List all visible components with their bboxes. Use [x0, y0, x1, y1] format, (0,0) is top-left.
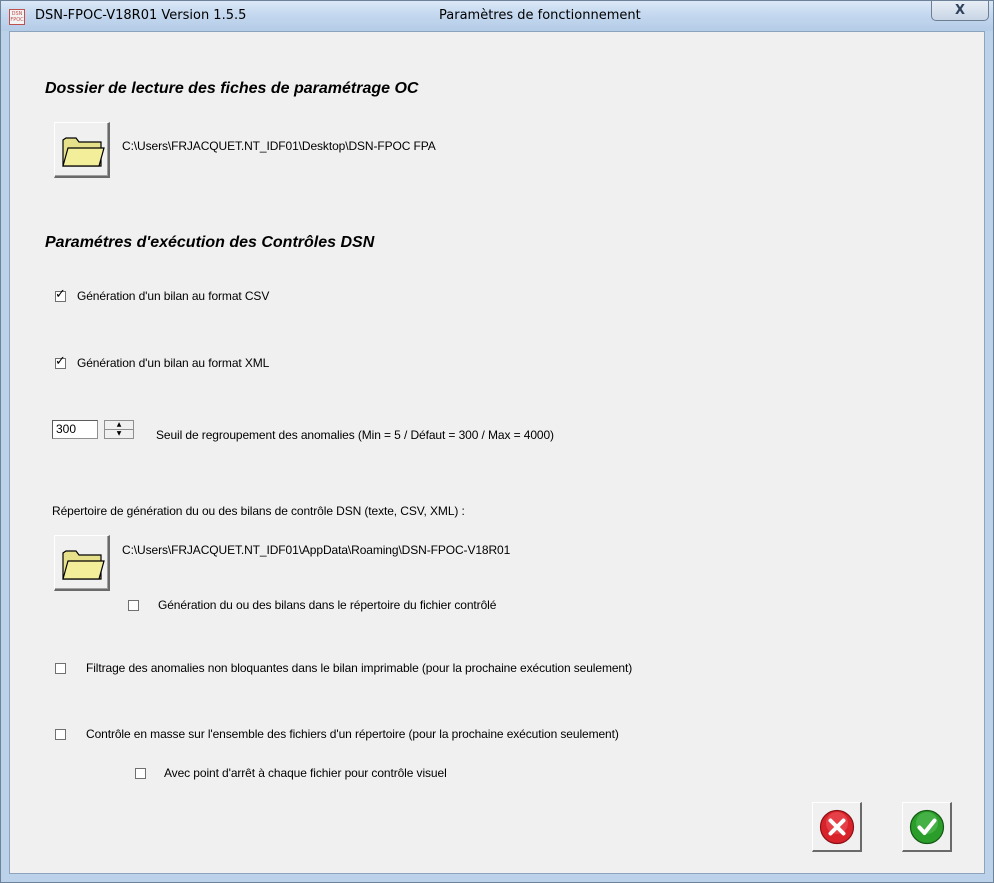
execution-heading: Paramétres d'exécution des Contrôles DSN: [45, 234, 375, 251]
xml-label: Génération d'un bilan au format XML: [77, 356, 270, 370]
app-icon: DSN FPOC: [9, 9, 25, 25]
filter-label: Filtrage des anomalies non bloquantes da…: [86, 661, 633, 675]
cancel-button[interactable]: [812, 802, 862, 852]
window-close-button[interactable]: X: [931, 1, 989, 21]
threshold-spinner[interactable]: ▲ ▼: [104, 420, 134, 439]
same-dir-checkbox[interactable]: [128, 600, 139, 611]
dialog-body: Dossier de lecture des fiches de paramét…: [9, 31, 985, 874]
threshold-label: Seuil de regroupement des anomalies (Min…: [156, 428, 554, 442]
settings-window: DSN FPOC DSN-FPOC-V18R01 Version 1.5.5 P…: [0, 0, 994, 883]
mass-control-checkbox[interactable]: [55, 729, 66, 740]
reading-folder-heading: Dossier de lecture des fiches de paramét…: [45, 80, 419, 97]
title-bar: DSN FPOC DSN-FPOC-V18R01 Version 1.5.5 P…: [1, 1, 993, 31]
same-dir-label: Génération du ou des bilans dans le répe…: [158, 598, 497, 612]
threshold-input[interactable]: 300: [52, 420, 98, 439]
mass-control-label: Contrôle en masse sur l'ensemble des fic…: [86, 727, 619, 741]
cancel-icon: [819, 809, 855, 845]
reading-folder-path: C:\Users\FRJACQUET.NT_IDF01\Desktop\DSN-…: [122, 139, 436, 153]
output-folder-path: C:\Users\FRJACQUET.NT_IDF01\AppData\Roam…: [122, 543, 511, 557]
validate-button[interactable]: [902, 802, 952, 852]
xml-checkbox[interactable]: ✓: [55, 354, 66, 369]
filter-checkbox[interactable]: [55, 663, 66, 674]
stop-point-checkbox[interactable]: [135, 768, 146, 779]
spin-up-icon[interactable]: ▲: [105, 421, 133, 429]
reading-folder-button[interactable]: [54, 122, 110, 178]
output-folder-label: Répertoire de génération du ou des bilan…: [52, 504, 465, 518]
output-folder-button[interactable]: [54, 535, 110, 591]
csv-checkbox[interactable]: ✓: [55, 287, 66, 302]
checkmark-icon: ✓: [55, 287, 66, 302]
folder-icon: [62, 137, 105, 167]
dialog-title: Paramètres de fonctionnement: [439, 8, 641, 23]
close-icon: X: [954, 3, 966, 18]
folder-icon: [62, 550, 105, 580]
app-title: DSN-FPOC-V18R01 Version 1.5.5: [35, 8, 247, 23]
validate-icon: [909, 809, 945, 845]
checkmark-icon: ✓: [55, 354, 66, 369]
csv-label: Génération d'un bilan au format CSV: [77, 289, 270, 303]
stop-point-label: Avec point d'arrêt à chaque fichier pour…: [164, 766, 447, 780]
spin-down-icon[interactable]: ▼: [105, 430, 133, 438]
